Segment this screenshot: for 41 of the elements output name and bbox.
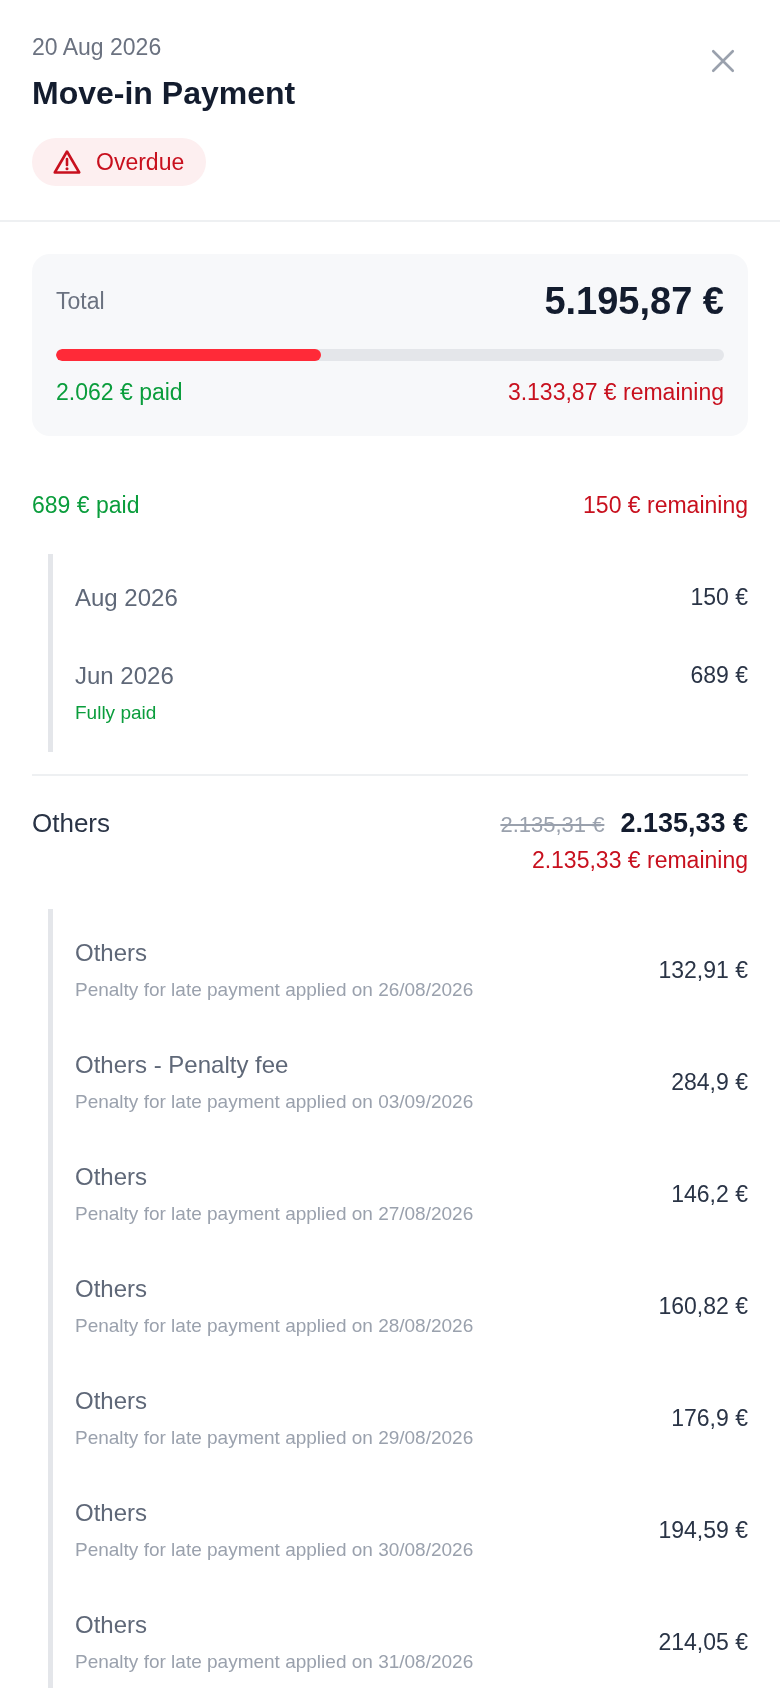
paid-amount: 2.062 € paid: [56, 379, 183, 406]
entry-amount: 689 €: [690, 662, 748, 689]
entry-label: Others - Penalty fee: [75, 1051, 290, 1079]
entry-label: Others: [75, 1163, 149, 1191]
total-amount: 5.195,87 €: [544, 280, 724, 323]
entry-label: Others: [75, 1275, 149, 1303]
entry-label: Jun 2026: [75, 662, 174, 690]
entry-detail: Penalty for late payment applied on 03/09/2026: [75, 1091, 474, 1113]
paid-note: Fully paid: [75, 702, 158, 724]
status-badge: Overdue: [32, 138, 207, 186]
entry-detail: Penalty for late payment applied on 28/08/2026: [75, 1315, 474, 1337]
remaining-amount: 2.135,33 € remaining: [531, 847, 748, 874]
section-title: Others: [32, 808, 111, 839]
entry-amount: 146,2 €: [671, 1180, 748, 1208]
entry-amount: 284,9 €: [671, 1068, 748, 1096]
original-amount: 2.135,31 €: [500, 812, 605, 838]
entry-label: Others: [75, 1387, 149, 1415]
entry-label: Others: [75, 1499, 149, 1527]
entry-detail: Penalty for late payment applied on 26/08/2026: [75, 979, 474, 1001]
entry-label: Others: [75, 939, 149, 967]
paid-amount: 689 € paid: [32, 492, 140, 519]
remaining-amount: 150 € remaining: [583, 492, 748, 519]
section-amount: 2.135,33 €: [620, 808, 748, 839]
entry-amount: 150 €: [690, 584, 748, 611]
entry-detail: Penalty for late payment applied on 27/08/2026: [75, 1203, 474, 1225]
entry-amount: 160,82 €: [658, 1292, 748, 1320]
payment-date: 20 Aug 2026: [32, 34, 163, 61]
entry-amount: 214,05 €: [658, 1628, 748, 1656]
payment-title: Move-in Payment: [32, 75, 296, 112]
remaining-amount: 3.133,87 € remaining: [507, 379, 724, 406]
entry-detail: Penalty for late payment applied on 31/08/2026: [75, 1651, 474, 1673]
entry-label: Others: [75, 1611, 149, 1639]
entry-detail: Penalty for late payment applied on 30/08/2026: [75, 1539, 474, 1561]
entry-amount: 176,9 €: [671, 1404, 748, 1432]
entry-amount: 132,91 €: [658, 956, 748, 984]
entry-detail: Penalty for late payment applied on 29/08/2026: [75, 1427, 474, 1449]
entry-label: Aug 2026: [75, 584, 178, 612]
entry-amount: 194,59 €: [658, 1516, 748, 1544]
close-icon: [710, 48, 736, 74]
warning-icon: [52, 148, 82, 176]
total-label: Total: [56, 288, 105, 315]
